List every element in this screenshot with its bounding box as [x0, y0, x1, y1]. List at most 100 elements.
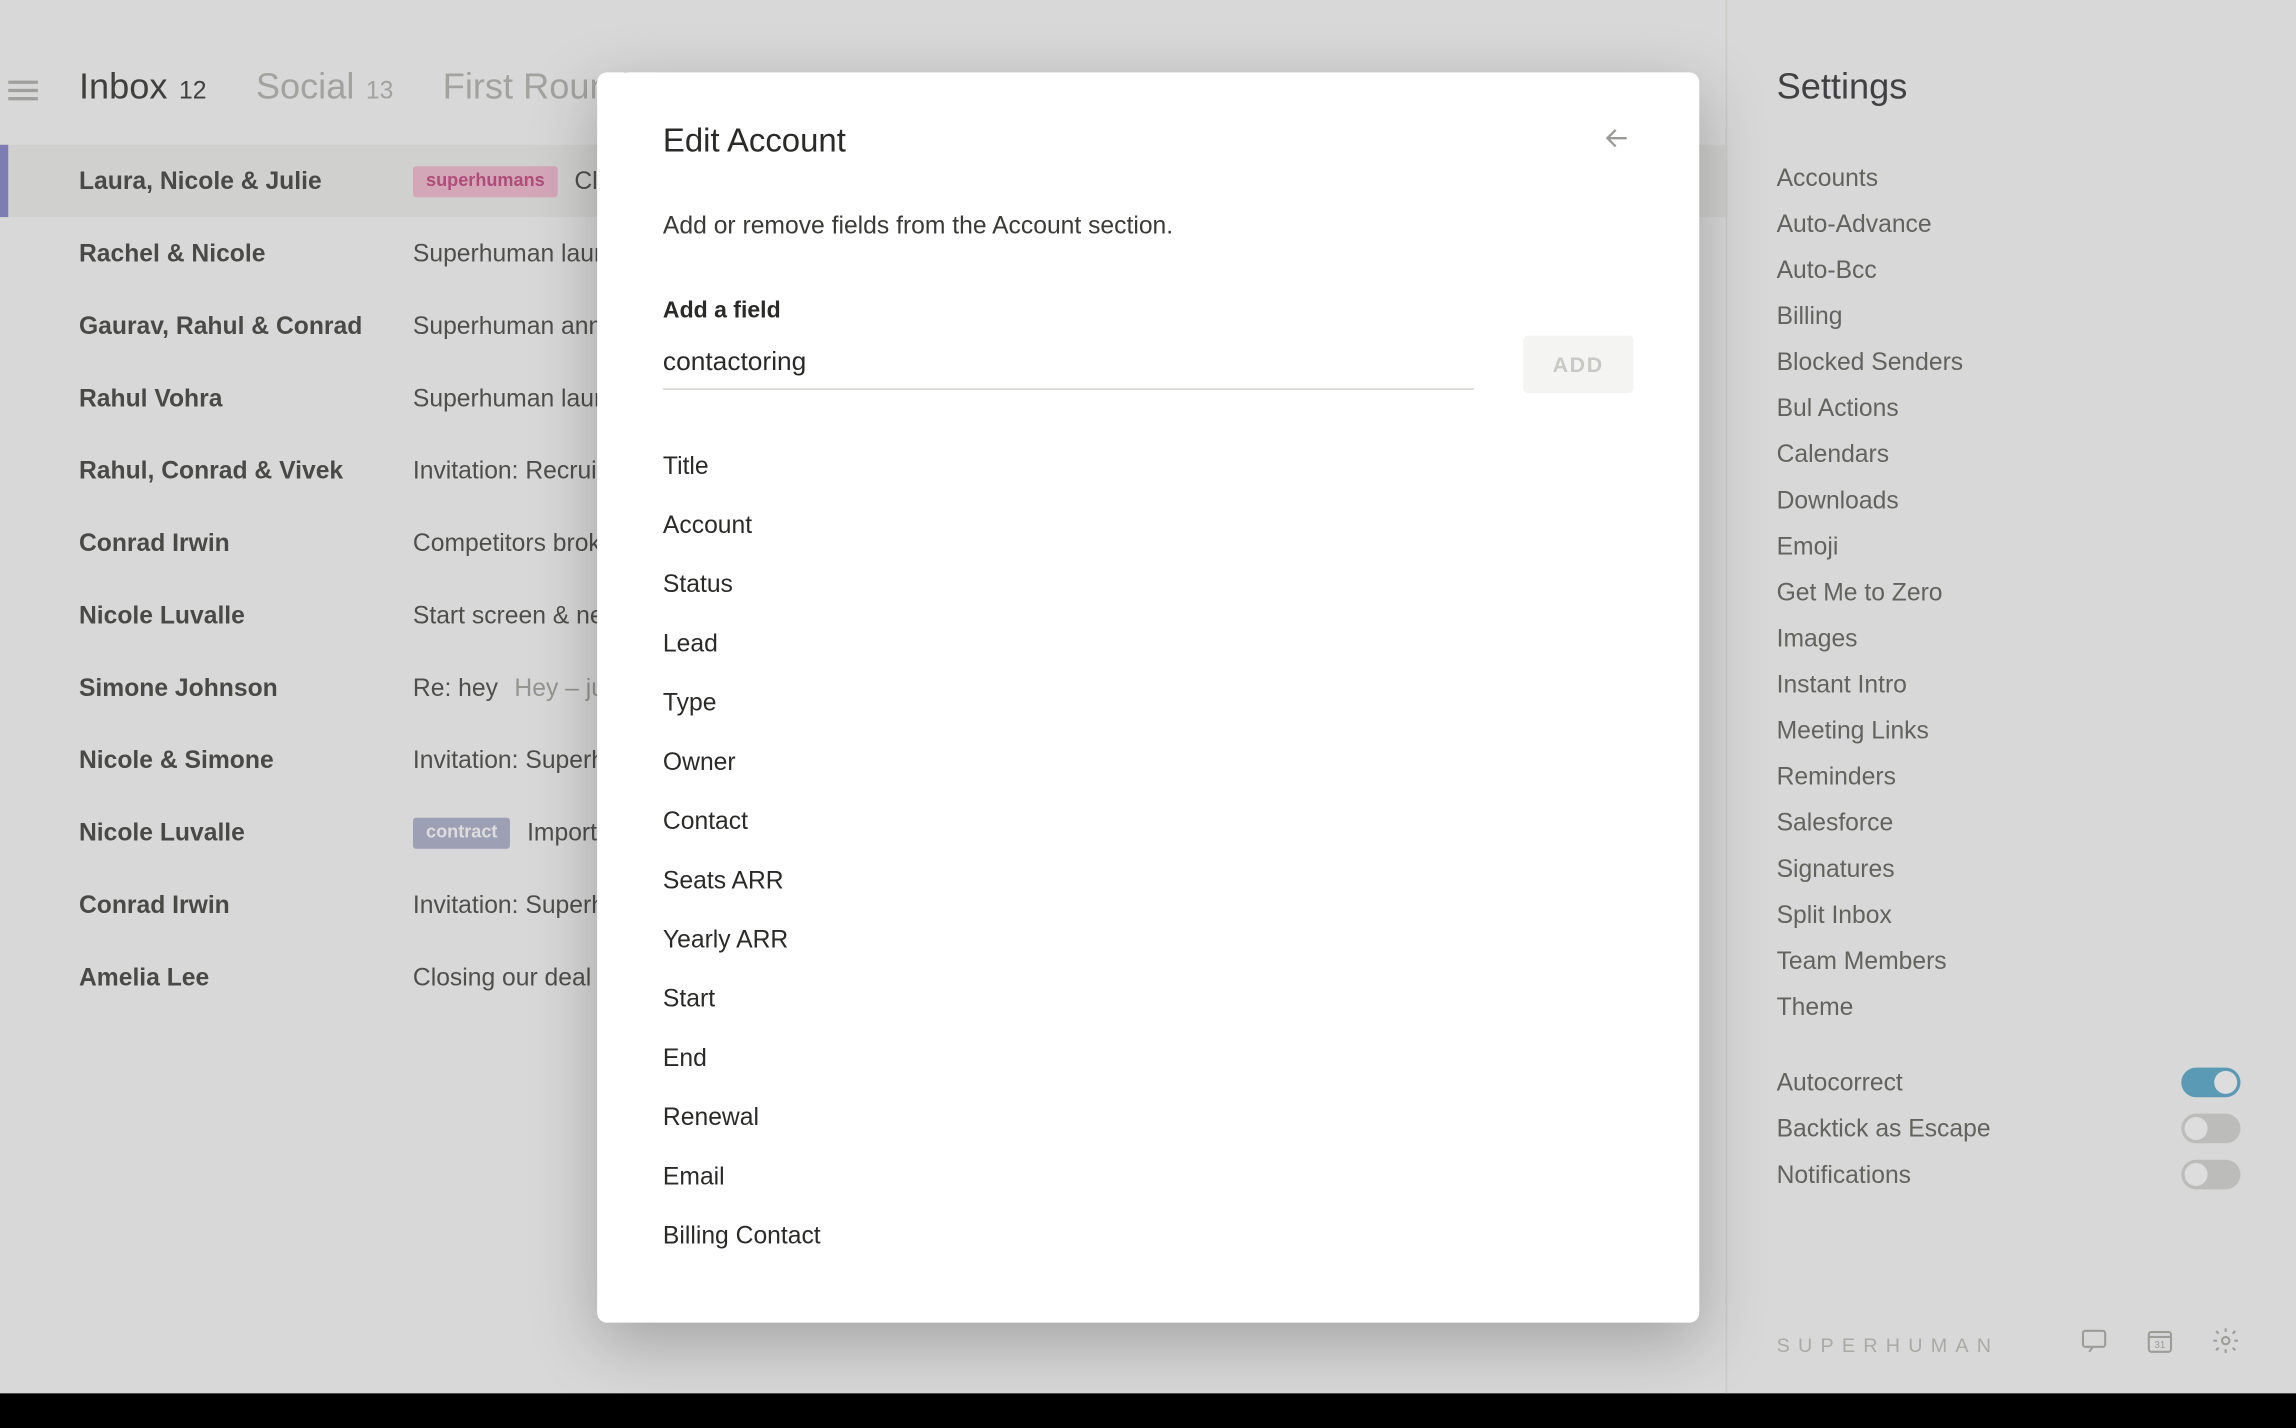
tab-label: Inbox [79, 66, 168, 109]
brand-wordmark: SUPERHUMAN [1777, 1333, 2043, 1356]
thread-subject: Invitation: Superh [413, 746, 605, 774]
thread-subject: Invitation: Superh [413, 891, 605, 919]
account-field-yearly-arr[interactable]: Yearly ARR [663, 926, 1634, 954]
account-field-contact[interactable]: Contact [663, 808, 1634, 836]
tab-social[interactable]: Social 13 [256, 66, 394, 109]
edit-account-modal: Edit Account Add or remove fields from t… [597, 72, 1699, 1322]
thread-from: Rahul Vohra [79, 384, 413, 412]
settings-pane: Settings Accounts Auto-Advance Auto-Bcc Bil… [1727, 0, 2296, 1393]
settings-item-signatures[interactable]: Signatures [1777, 855, 2241, 883]
tab-count: 12 [179, 77, 206, 105]
menu-icon[interactable] [8, 81, 38, 101]
settings-item-emoji[interactable]: Emoji [1777, 533, 2241, 561]
toggle-row-autocorrect: Autocorrect [1777, 1068, 2241, 1098]
tab-inbox[interactable]: Inbox 12 [79, 66, 207, 109]
chat-icon[interactable] [2079, 1326, 2109, 1364]
account-field-title[interactable]: Title [663, 452, 1634, 480]
account-field-renewal[interactable]: Renewal [663, 1104, 1634, 1132]
toggle-switch[interactable] [2181, 1068, 2240, 1098]
thread-subject-area: superhumansClo [413, 165, 611, 196]
thread-subject-area: Start screen & ne [413, 601, 604, 629]
thread-subject: Superhuman ann [413, 312, 602, 340]
add-button[interactable]: ADD [1523, 336, 1633, 394]
thread-from: Nicole Luvalle [79, 601, 413, 629]
toggle-label: Notifications [1777, 1161, 1911, 1189]
thread-subject-area: Superhuman ann [413, 312, 602, 340]
account-field-email[interactable]: Email [663, 1163, 1634, 1191]
calendar-icon[interactable]: 31 [2145, 1326, 2175, 1364]
thread-subject: Re: hey [413, 674, 498, 702]
settings-item-reminders[interactable]: Reminders [1777, 763, 2241, 791]
thread-from: Amelia Lee [79, 963, 413, 991]
settings-item-downloads[interactable]: Downloads [1777, 487, 2241, 515]
settings-item-instant-intro[interactable]: Instant Intro [1777, 671, 2241, 699]
gear-icon[interactable] [2211, 1326, 2241, 1364]
settings-item-get-me-to-zero[interactable]: Get Me to Zero [1777, 579, 2241, 607]
add-field-input[interactable] [663, 339, 1474, 390]
account-field-lead[interactable]: Lead [663, 630, 1634, 658]
thread-from: Nicole & Simone [79, 746, 413, 774]
settings-item-split-inbox[interactable]: Split Inbox [1777, 901, 2241, 929]
settings-toggles: Autocorrect Backtick as Escape Notificatio… [1777, 1068, 2241, 1190]
settings-item-bul-actions[interactable]: Bul Actions [1777, 395, 2241, 423]
toggle-label: Autocorrect [1777, 1068, 1903, 1096]
account-field-billing-contact[interactable]: Billing Contact [663, 1222, 1634, 1250]
account-field-start[interactable]: Start [663, 985, 1634, 1013]
thread-subject-area: Invitation: Recrui [413, 456, 597, 484]
label-pill: contract [413, 817, 511, 848]
label-pill: superhumans [413, 165, 558, 196]
thread-subject-area: Superhuman laur [413, 384, 602, 412]
add-field-label: Add a field [663, 296, 1634, 322]
thread-from: Simone Johnson [79, 674, 413, 702]
account-field-type[interactable]: Type [663, 689, 1634, 717]
toggle-row-backtick-as-escape: Backtick as Escape [1777, 1114, 2241, 1144]
settings-item-team-members[interactable]: Team Members [1777, 948, 2241, 976]
account-field-seats-arr[interactable]: Seats ARR [663, 867, 1634, 895]
account-field-account[interactable]: Account [663, 512, 1634, 540]
thread-subject-area: Invitation: Superh [413, 746, 605, 774]
thread-subject: Invitation: Recrui [413, 456, 597, 484]
settings-item-salesforce[interactable]: Salesforce [1777, 809, 2241, 837]
toggle-switch[interactable] [2181, 1114, 2240, 1144]
thread-subject: Import [527, 818, 597, 846]
thread-from: Conrad Irwin [79, 529, 413, 557]
settings-item-auto-advance[interactable]: Auto-Advance [1777, 211, 2241, 239]
back-arrow-icon[interactable] [1601, 122, 1634, 163]
thread-subject-area: Superhuman laur [413, 239, 602, 267]
account-fields-list: Title Account Status Lead Type Owner Contact Se… [663, 452, 1634, 1250]
account-field-status[interactable]: Status [663, 571, 1634, 599]
tab-count: 13 [366, 77, 393, 105]
toggle-label: Backtick as Escape [1777, 1114, 1991, 1142]
modal-title: Edit Account [663, 123, 846, 161]
settings-item-billing[interactable]: Billing [1777, 303, 2241, 331]
thread-subject: Closing our deal [413, 963, 591, 991]
thread-subject: Superhuman laur [413, 239, 602, 267]
toggle-row-notifications: Notifications [1777, 1160, 2241, 1190]
settings-item-calendars[interactable]: Calendars [1777, 441, 2241, 469]
thread-from: Rachel & Nicole [79, 239, 413, 267]
tab-label: Social [256, 66, 355, 109]
thread-from: Rahul, Conrad & Vivek [79, 456, 413, 484]
settings-item-meeting-links[interactable]: Meeting Links [1777, 717, 2241, 745]
settings-item-theme[interactable]: Theme [1777, 994, 2241, 1022]
thread-from: Nicole Luvalle [79, 818, 413, 846]
settings-title: Settings [1777, 66, 2241, 109]
thread-subject: Start screen & ne [413, 601, 604, 629]
thread-subject: Superhuman laur [413, 384, 602, 412]
thread-from: Gaurav, Rahul & Conrad [79, 312, 413, 340]
thread-subject: Competitors brok [413, 529, 601, 557]
thread-subject-area: contract Import [413, 817, 597, 848]
modal-description: Add or remove fields from the Account se… [663, 212, 1634, 240]
thread-subject-area: Competitors brok [413, 529, 601, 557]
settings-footer: SUPERHUMAN 31 [1777, 1293, 2241, 1393]
account-field-end[interactable]: End [663, 1045, 1634, 1073]
account-field-owner[interactable]: Owner [663, 748, 1634, 776]
thread-from: Laura, Nicole & Julie [79, 167, 413, 195]
settings-item-blocked-senders[interactable]: Blocked Senders [1777, 349, 2241, 377]
svg-text:31: 31 [2154, 1340, 2165, 1351]
toggle-switch[interactable] [2181, 1160, 2240, 1190]
settings-item-images[interactable]: Images [1777, 625, 2241, 653]
settings-list: Accounts Auto-Advance Auto-Bcc Billing Block… [1777, 165, 2241, 1022]
settings-item-auto-bcc[interactable]: Auto-Bcc [1777, 257, 2241, 285]
settings-item-accounts[interactable]: Accounts [1777, 165, 2241, 193]
